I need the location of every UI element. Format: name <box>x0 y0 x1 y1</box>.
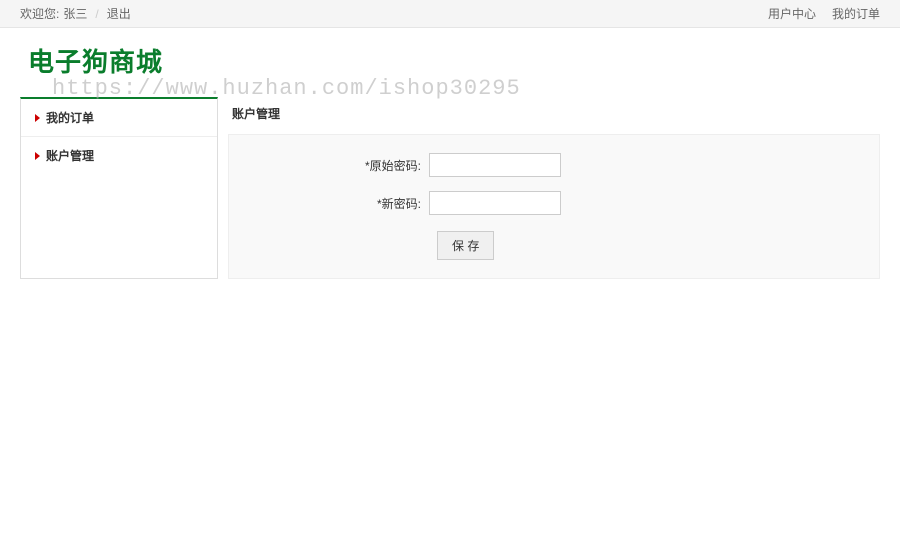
form-row-old-password: *原始密码: <box>229 153 879 177</box>
username: 张三 <box>63 0 87 27</box>
user-center-link[interactable]: 用户中心 <box>768 0 816 27</box>
save-button[interactable]: 保 存 <box>437 231 494 260</box>
logout-link[interactable]: 退出 <box>107 0 131 27</box>
sidebar-item-label: 账户管理 <box>46 147 94 164</box>
main-content: 账户管理 *原始密码: *新密码: 保 存 <box>228 97 880 279</box>
main-container: 我的订单 账户管理 账户管理 *原始密码: *新密码: 保 存 <box>0 97 900 279</box>
form-actions: 保 存 <box>229 231 879 260</box>
sidebar-item-account[interactable]: 账户管理 <box>21 137 217 174</box>
header: 电子狗商城 https://www.huzhan.com/ishop30295 <box>0 28 900 97</box>
top-right: 用户中心 我的订单 <box>768 0 880 27</box>
top-left: 欢迎您: 张三 / 退出 <box>20 0 131 27</box>
old-password-label: *原始密码: <box>229 157 429 174</box>
arrow-right-icon <box>35 152 40 160</box>
arrow-right-icon <box>35 114 40 122</box>
greeting-text: 欢迎您: <box>20 0 59 27</box>
sidebar-item-label: 我的订单 <box>46 109 94 126</box>
separator: / <box>95 0 98 27</box>
site-logo[interactable]: 电子狗商城 <box>28 42 880 79</box>
sidebar: 我的订单 账户管理 <box>20 97 218 279</box>
top-bar: 欢迎您: 张三 / 退出 用户中心 我的订单 <box>0 0 900 28</box>
old-password-input[interactable] <box>429 153 561 177</box>
sidebar-item-my-orders[interactable]: 我的订单 <box>21 99 217 137</box>
my-orders-link[interactable]: 我的订单 <box>832 0 880 27</box>
page-title: 账户管理 <box>228 97 880 134</box>
new-password-input[interactable] <box>429 191 561 215</box>
form-panel: *原始密码: *新密码: 保 存 <box>228 134 880 279</box>
form-row-new-password: *新密码: <box>229 191 879 215</box>
new-password-label: *新密码: <box>229 195 429 212</box>
